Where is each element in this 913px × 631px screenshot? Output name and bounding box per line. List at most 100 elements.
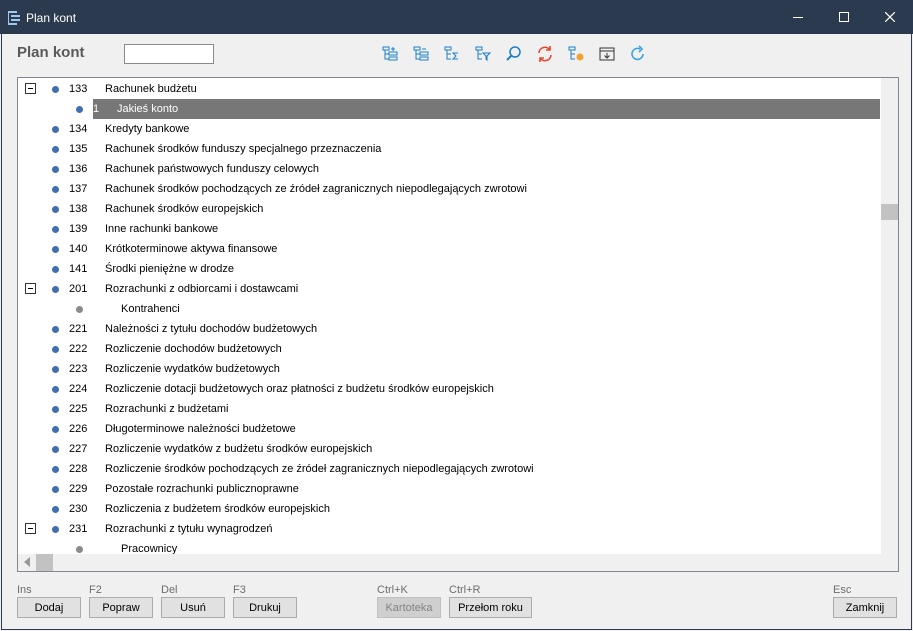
tree-sum-icon[interactable]	[440, 42, 464, 66]
collapse-toggle-icon[interactable]	[25, 283, 36, 294]
edit-button[interactable]: Popraw	[89, 597, 153, 618]
tree-row[interactable]: 228 Rozliczenie środków pochodzących ze ź…	[18, 459, 880, 479]
account-code: 1	[93, 103, 100, 115]
account-name: Rachunek środków europejskich	[105, 203, 264, 215]
tree-row[interactable]: 230 Rozliczenia z budżetem środków europe…	[18, 499, 880, 519]
tree-row[interactable]: 136 Rachunek państwowych funduszy celowyc…	[18, 159, 880, 179]
account-name: Rozliczenie wydatków budżetowych	[105, 363, 280, 375]
refresh-swap-icon[interactable]	[533, 42, 557, 66]
vertical-scroll-thumb[interactable]	[881, 204, 898, 220]
account-code: 224	[69, 383, 88, 395]
node-dot-icon	[52, 286, 59, 293]
scroll-corner	[881, 554, 898, 571]
account-name: Rozrachunki z odbiorcami i dostawcami	[105, 283, 299, 295]
print-shortcut: F3	[233, 584, 246, 596]
tree-row[interactable]: 227 Rozliczenie wydatków z budżetu środkó…	[18, 439, 880, 459]
tree-row[interactable]: 133 Rachunek budżetu	[18, 79, 880, 99]
account-code: 222	[69, 343, 88, 355]
tree-settings-icon[interactable]	[564, 42, 588, 66]
print-button[interactable]: Drukuj	[233, 597, 297, 618]
filter-input[interactable]	[124, 44, 214, 64]
node-dot-icon	[52, 346, 59, 353]
search-icon[interactable]	[502, 42, 526, 66]
account-code: 137	[69, 183, 88, 195]
delete-button[interactable]: Usuń	[161, 597, 225, 618]
account-name: Kredyty bankowe	[105, 123, 190, 135]
account-code: 139	[69, 223, 88, 235]
account-name: Rozliczenie dochodów budżetowych	[105, 343, 282, 355]
tree-row[interactable]: 231 Rozrachunki z tytułu wynagrodzeń	[18, 519, 880, 539]
tree-row[interactable]: 224 Rozliczenie dotacji budżetowych oraz …	[18, 379, 880, 399]
tree-row[interactable]: 140 Krótkoterminowe aktywa finansowe	[18, 239, 880, 259]
vertical-scrollbar[interactable]	[881, 78, 898, 555]
minimize-button[interactable]	[775, 0, 821, 34]
node-dot-icon	[52, 86, 59, 93]
account-name: Krótkoterminowe aktywa finansowe	[105, 243, 278, 255]
selection-highlight	[93, 99, 880, 119]
horizontal-scroll-thumb[interactable]	[36, 554, 53, 571]
tree-row[interactable]: 135 Rachunek środków funduszy specjalnego…	[18, 139, 880, 159]
add-button[interactable]: Dodaj	[17, 597, 81, 618]
account-code: 133	[69, 83, 88, 95]
horizontal-scrollbar[interactable]	[18, 554, 898, 571]
tree-row[interactable]: 138 Rachunek środków europejskich	[18, 199, 880, 219]
maximize-button[interactable]	[821, 0, 867, 34]
account-code: 227	[69, 443, 88, 455]
collapse-toggle-icon[interactable]	[25, 83, 36, 94]
close-window-button[interactable]	[867, 0, 913, 34]
card-button[interactable]: Kartoteka	[377, 597, 441, 618]
close-button[interactable]: Zamknij	[833, 597, 897, 618]
tree-filter-icon[interactable]	[471, 42, 495, 66]
tree-row[interactable]: 139 Inne rachunki bankowe	[18, 219, 880, 239]
tree-row[interactable]: 229 Pozostałe rozrachunki publicznoprawne	[18, 479, 880, 499]
tree-row[interactable]: 223 Rozliczenie wydatków budżetowych	[18, 359, 880, 379]
tree-row[interactable]: 221 Należności z tytułu dochodów budżetow…	[18, 319, 880, 339]
tree-row[interactable]: 201 Rozrachunki z odbiorcami i dostawcami	[18, 279, 880, 299]
account-name: Inne rachunki bankowe	[105, 223, 219, 235]
dialog-window: Plan kont 133 Rachunek budżetu 1 Jakieś …	[1, 34, 912, 630]
node-dot-icon	[52, 186, 59, 193]
year-break-button[interactable]: Przełom roku	[449, 597, 532, 618]
export-box-icon[interactable]	[595, 42, 619, 66]
tree-row[interactable]: 226 Długoterminowe należności budżetowe	[18, 419, 880, 439]
account-name: Rozliczenie środków pochodzących ze źród…	[105, 463, 534, 475]
collapse-toggle-icon[interactable]	[25, 523, 36, 534]
account-name: Kontrahenci	[121, 303, 180, 315]
reload-icon[interactable]	[626, 42, 650, 66]
account-code: 221	[69, 323, 88, 335]
account-name: Rozrachunki z tytułu wynagrodzeń	[105, 523, 273, 535]
card-shortcut: Ctrl+K	[377, 584, 408, 596]
tree-row[interactable]: 134 Kredyty bankowe	[18, 119, 880, 139]
node-dot-icon	[76, 546, 83, 553]
add-shortcut: Ins	[17, 584, 32, 596]
node-dot-icon	[52, 166, 59, 173]
accounts-tree[interactable]: 133 Rachunek budżetu 1 Jakieś konto 134 Kredy…	[17, 77, 899, 572]
node-dot-icon	[52, 466, 59, 473]
node-dot-icon	[52, 146, 59, 153]
account-code: 136	[69, 163, 88, 175]
scroll-left-icon	[24, 557, 30, 567]
account-name: Jakieś konto	[117, 103, 179, 115]
account-name: Rozliczenie dotacji budżetowych oraz pła…	[105, 383, 494, 395]
tree-expand-icon[interactable]	[378, 42, 402, 66]
account-name: Rozrachunki z budżetami	[105, 403, 229, 415]
node-dot-icon	[52, 326, 59, 333]
node-dot-icon	[52, 406, 59, 413]
tree-row[interactable]: 1 Jakieś konto	[18, 99, 880, 119]
page-title: Plan kont	[17, 44, 85, 61]
minimize-icon	[793, 17, 803, 18]
account-name: Należności z tytułu dochodów budżetowych	[105, 323, 318, 335]
tree-collapse-icon[interactable]	[409, 42, 433, 66]
tree-row[interactable]: 222 Rozliczenie dochodów budżetowych	[18, 339, 880, 359]
account-name: Rachunek budżetu	[105, 83, 197, 95]
maximize-icon	[839, 12, 849, 22]
account-code: 141	[69, 263, 88, 275]
node-dot-icon	[52, 486, 59, 493]
account-name: Rozliczenia z budżetem środków europejsk…	[105, 503, 330, 515]
tree-row[interactable]: Kontrahenci	[18, 299, 880, 319]
tree-row[interactable]: 141 Środki pieniężne w drodze	[18, 259, 880, 279]
tree-row[interactable]: 225 Rozrachunki z budżetami	[18, 399, 880, 419]
account-name: Rachunek państwowych funduszy celowych	[105, 163, 320, 175]
tree-row[interactable]: 137 Rachunek środków pochodzących ze źród…	[18, 179, 880, 199]
account-code: 225	[69, 403, 88, 415]
